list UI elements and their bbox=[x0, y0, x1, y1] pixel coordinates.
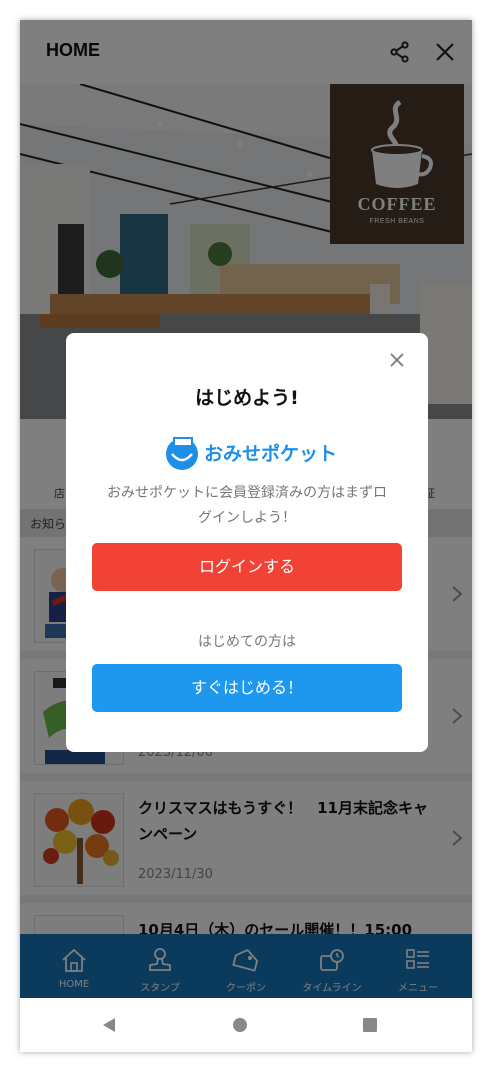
start-now-button[interactable]: すぐはじめる！ bbox=[92, 664, 402, 712]
pocket-shop-icon bbox=[166, 437, 198, 470]
brand-name: おみせポケット bbox=[204, 443, 338, 465]
omise-pocket-logo: おみせポケット bbox=[162, 432, 337, 472]
app-frame: HOME bbox=[20, 20, 472, 1052]
welcome-modal: はじめよう! おみせポケット おみせポケットに会員登録済みの方はまずログインしよ… bbox=[66, 333, 428, 752]
close-icon[interactable] bbox=[388, 351, 406, 369]
modal-title: はじめよう! bbox=[195, 387, 299, 409]
first-time-text: はじめての方は bbox=[198, 634, 296, 650]
bottom-nav: HOME スタンプ クーポン タイムライン メニュー bbox=[20, 934, 472, 998]
login-button[interactable]: ログインする bbox=[92, 543, 402, 591]
back-icon[interactable] bbox=[100, 1016, 118, 1034]
system-nav-bar bbox=[20, 998, 472, 1052]
recents-icon[interactable] bbox=[361, 1016, 379, 1034]
home-circle-icon[interactable] bbox=[231, 1016, 249, 1034]
modal-message: おみせポケットに会員登録済みの方はまずログインしよう！ bbox=[107, 485, 387, 526]
nav-overlay bbox=[20, 934, 472, 998]
